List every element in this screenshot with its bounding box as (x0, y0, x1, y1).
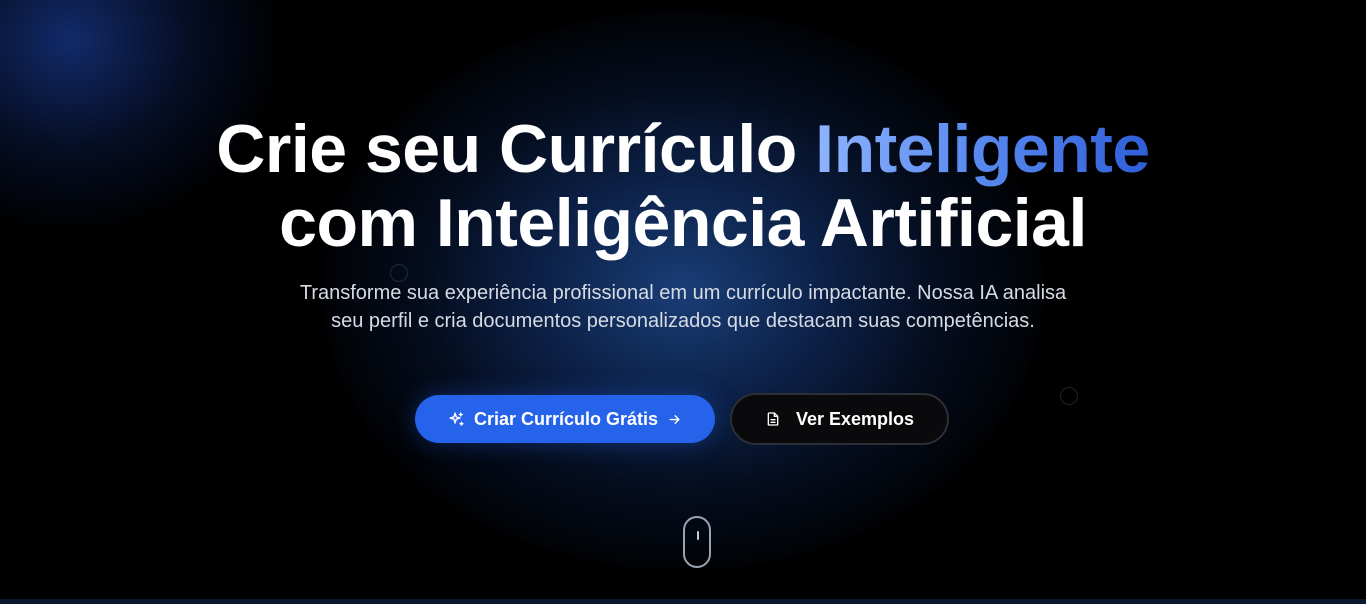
hero-subtitle: Transforme sua experiência profissional … (299, 282, 1067, 332)
headline-part-1: Crie seu Currículo (216, 111, 816, 187)
document-icon (765, 411, 781, 427)
hero-headline: Crie seu Currículo Inteligente com Intel… (0, 112, 1366, 260)
decorative-circle-icon (1060, 387, 1078, 405)
mouse-wheel (697, 531, 699, 540)
headline-line-1: Crie seu Currículo Inteligente (0, 112, 1366, 186)
mouse-scroll-icon[interactable] (683, 516, 711, 568)
headline-line-2: com Inteligência Artificial (279, 185, 1087, 261)
headline-accent: Inteligente (815, 111, 1150, 187)
create-resume-button[interactable]: Criar Currículo Grátis (415, 395, 715, 443)
view-examples-button[interactable]: Ver Exemplos (730, 393, 949, 445)
create-resume-label: Criar Currículo Grátis (473, 408, 659, 429)
next-section-edge (0, 599, 1366, 604)
sparkles-icon (448, 411, 465, 428)
hero-section: Crie seu Currículo Inteligente com Intel… (0, 0, 1366, 604)
arrow-right-icon (667, 412, 682, 427)
view-examples-label: Ver Exemplos (795, 408, 915, 429)
